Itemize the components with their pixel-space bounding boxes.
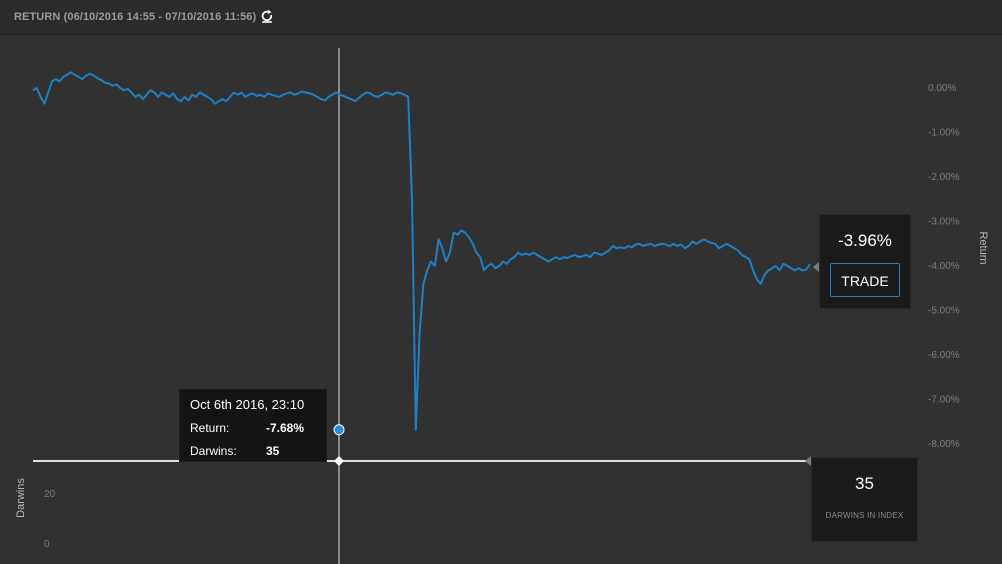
darwins-count-value: 35 — [855, 474, 874, 493]
y-axis-ticks: 0.00% -1.00% -2.00% -3.00% -4.00% -5.00% -6.00… — [928, 83, 960, 450]
tooltip-return-label: Return: — [190, 421, 230, 435]
tooltip-date: Oct 6th 2016, 23:10 — [190, 397, 305, 412]
y-tick-label: -5.00% — [928, 306, 960, 317]
current-return-value: -3.96% — [838, 231, 892, 250]
tooltip-darwins-row: Darwins: 35 — [190, 444, 279, 458]
return-series-line[interactable] — [32, 71, 811, 431]
darwins-axis-title: Darwins — [15, 478, 27, 518]
y-axis-title: Return — [977, 231, 989, 264]
y-tick-label: -8.00% — [928, 439, 960, 450]
hover-tooltip: Oct 6th 2016, 23:10 Return: -7.68% Darwi… — [179, 389, 327, 462]
darwins-caption: DARWINS IN INDEX — [825, 511, 904, 520]
y-tick-label: 0.00% — [928, 83, 956, 94]
y-tick-label: -1.00% — [928, 128, 960, 139]
darwins-hover-marker — [334, 456, 344, 466]
darwins-tick-label: 0 — [44, 539, 50, 550]
y-tick-label: -6.00% — [928, 350, 960, 361]
tooltip-darwins-value: 35 — [266, 444, 280, 458]
chart-panel: RETURN (06/10/2016 14:55 - 07/10/2016 11… — [0, 0, 1002, 564]
darwins-tick-label: 20 — [44, 489, 56, 500]
hover-point-marker — [333, 424, 345, 436]
y-tick-label: -2.00% — [928, 172, 960, 183]
darwins-in-index-box: 35 DARWINS IN INDEX — [811, 457, 918, 542]
tooltip-return-row: Return: -7.68% — [190, 421, 304, 435]
tooltip-darwins-label: Darwins: — [190, 444, 237, 458]
y-tick-label: -3.00% — [928, 217, 960, 228]
trade-button[interactable]: TRADE — [830, 263, 900, 297]
y-tick-label: -4.00% — [928, 261, 960, 272]
current-return-box: -3.96% TRADE — [819, 214, 911, 309]
y-tick-label: -7.00% — [928, 395, 960, 406]
tooltip-return-value: -7.68% — [266, 421, 305, 435]
